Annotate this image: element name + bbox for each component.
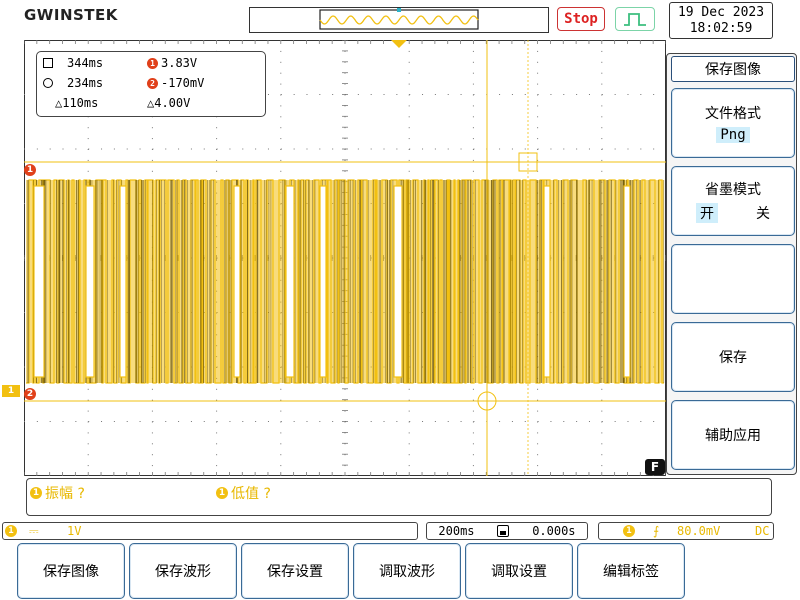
overview-waveform <box>319 8 479 30</box>
square-pulse-icon <box>624 13 646 26</box>
timebase-value: 200ms <box>438 524 475 538</box>
channel1-waveform <box>26 179 665 384</box>
save-button[interactable]: 保存 <box>671 322 795 392</box>
horizontal-position-value: 0.000s <box>532 524 576 538</box>
bottom-save-waveform-button[interactable]: 保存波形 <box>129 543 237 599</box>
meas1-channel-badge: 1 <box>30 487 42 499</box>
circle-cursor-icon <box>43 78 53 88</box>
trigger-mode-icon[interactable] <box>615 7 655 31</box>
file-format-button[interactable]: 文件格式 Png <box>671 88 795 158</box>
assist-apps-label: 辅助应用 <box>705 428 761 444</box>
cursor2-marker[interactable]: 2 <box>24 388 36 400</box>
bottom-recall-setup-button[interactable]: 调取设置 <box>465 543 573 599</box>
ink-saver-off: 关 <box>756 206 770 222</box>
measurement-amplitude[interactable]: 1 振幅 ? <box>30 483 85 503</box>
meas1-text: 振幅 ? <box>45 486 85 502</box>
cursor-h2-value: 234ms <box>67 76 104 90</box>
bottom-recall-waveform-button[interactable]: 调取波形 <box>353 543 461 599</box>
cursor1-marker[interactable]: 1 <box>24 164 36 176</box>
trigger-status[interactable]: 1 ⨍ 80.0mV DC <box>598 522 774 540</box>
function-key-icon[interactable]: F <box>645 459 665 475</box>
trigger-level: 80.0mV <box>677 524 721 538</box>
ink-saver-button[interactable]: 省墨模式 开 关 <box>671 166 795 236</box>
cursor-v1-value: 3.83V <box>161 56 198 70</box>
cursor-dv-value: △4.00V <box>147 96 191 110</box>
timebase-status[interactable]: 200ms 0.000s <box>426 522 588 540</box>
ch1-status-badge: 1 <box>5 525 17 537</box>
save-label: 保存 <box>719 350 747 366</box>
menu-title: 保存图像 <box>671 56 795 82</box>
channel1-status[interactable]: 1 ⎓ 1V <box>2 522 418 540</box>
cursor-h1-value: 344ms <box>67 56 104 70</box>
meas2-channel-badge: 1 <box>216 487 228 499</box>
trigger-channel-badge: 1 <box>623 525 635 537</box>
run-stop-indicator[interactable]: Stop <box>557 7 605 31</box>
cursor2-badge: 2 <box>147 77 158 89</box>
date-text: 19 Dec 2023 <box>677 5 765 20</box>
trigger-coupling: DC <box>755 524 770 538</box>
brand-logo: GWINSTEK <box>24 6 118 24</box>
cursor-readout: 344ms 234ms △110ms 1 3.83V 2 -170mV △4.0… <box>36 51 266 117</box>
date-time-display: 19 Dec 2023 18:02:59 <box>669 2 773 39</box>
measurement-bar <box>26 478 772 516</box>
time-text: 18:02:59 <box>689 21 753 36</box>
cursor-dh-value: △110ms <box>55 96 99 110</box>
cursor1-badge: 1 <box>147 57 158 69</box>
rising-edge-icon: ⨍ <box>653 524 660 538</box>
ink-saver-on: 开 <box>696 203 718 223</box>
cursor-v2-value: -170mV <box>161 76 205 90</box>
measurement-low[interactable]: 1 低值 ? <box>216 483 271 503</box>
ch1-scale: 1V <box>67 524 82 538</box>
file-format-value: Png <box>716 127 750 143</box>
trigger-position-icon <box>391 40 407 48</box>
bottom-save-image-button[interactable]: 保存图像 <box>17 543 125 599</box>
empty-softkey[interactable] <box>671 244 795 314</box>
file-format-label: 文件格式 <box>705 106 761 122</box>
bottom-save-setup-button[interactable]: 保存设置 <box>241 543 349 599</box>
ink-saver-label: 省墨模式 <box>705 182 761 198</box>
meas2-text: 低值 ? <box>231 486 271 502</box>
waveform-overview[interactable] <box>249 7 549 33</box>
horizontal-position-icon <box>497 525 510 537</box>
dc-coupling-icon: ⎓ <box>29 524 39 538</box>
square-cursor-icon <box>43 58 53 68</box>
bottom-edit-label-button[interactable]: 编辑标签 <box>577 543 685 599</box>
assist-apps-button[interactable]: 辅助应用 <box>671 400 795 470</box>
ch1-ground-marker[interactable]: 1 <box>2 385 20 397</box>
